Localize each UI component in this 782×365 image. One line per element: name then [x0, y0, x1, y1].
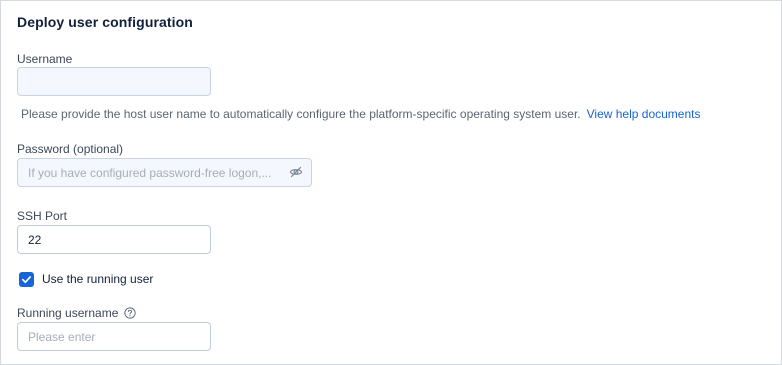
username-hint-text: Please provide the host user name to aut… — [21, 107, 581, 121]
ssh-port-label: SSH Port — [17, 209, 68, 223]
username-input[interactable] — [17, 67, 211, 96]
eye-slash-icon[interactable] — [289, 165, 303, 179]
running-username-label: Running username — [17, 306, 119, 320]
checkmark-icon — [22, 275, 31, 283]
password-field — [17, 158, 312, 187]
running-username-label-row: Running username — [17, 306, 137, 320]
deploy-user-config-panel: Deploy user configuration Username Pleas… — [0, 0, 782, 365]
use-running-user-checkbox[interactable] — [19, 271, 34, 287]
question-circle-icon[interactable] — [124, 307, 137, 319]
use-running-user-checkbox-row[interactable]: Use the running user — [19, 271, 153, 287]
view-help-documents-link[interactable]: View help documents — [587, 107, 701, 121]
ssh-port-input[interactable] — [17, 225, 211, 254]
username-hint: Please provide the host user name to aut… — [21, 107, 700, 121]
use-running-user-label: Use the running user — [42, 272, 154, 286]
running-username-input[interactable] — [17, 322, 211, 351]
password-input[interactable] — [17, 158, 312, 187]
username-label: Username — [17, 52, 73, 66]
password-label: Password (optional) — [17, 142, 124, 156]
section-title: Deploy user configuration — [17, 14, 193, 30]
